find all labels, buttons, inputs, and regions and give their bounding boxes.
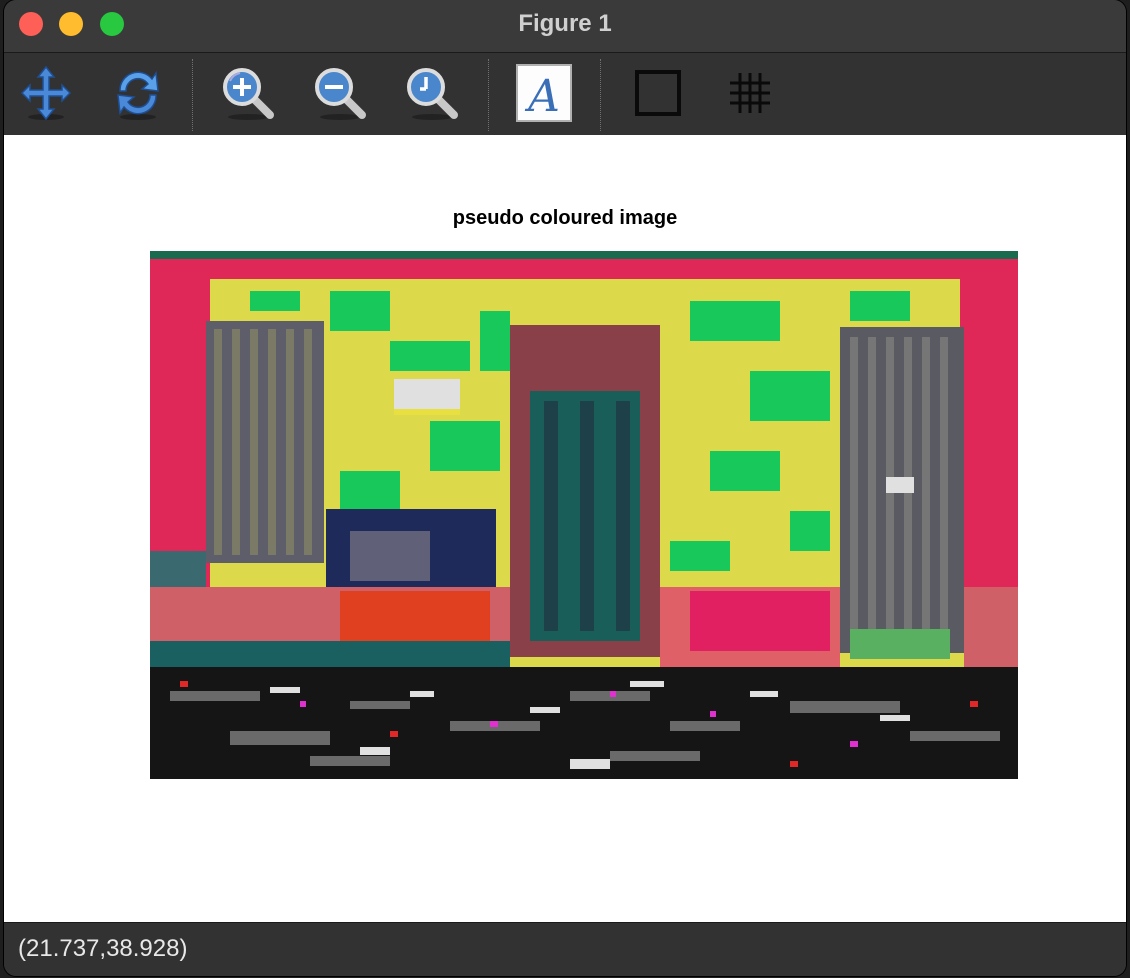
zoom-out-button[interactable]	[310, 61, 370, 125]
grid-button[interactable]	[720, 61, 780, 125]
refresh-button[interactable]	[108, 61, 168, 125]
toolbar-separator	[192, 59, 193, 131]
zoom-in-icon	[223, 68, 274, 120]
grid-icon	[730, 73, 770, 113]
frame-square-icon	[635, 70, 681, 116]
zoom-in-button[interactable]	[218, 61, 278, 125]
text-button[interactable]: A	[514, 61, 574, 125]
zoom-out-icon	[315, 68, 366, 120]
pseudo-coloured-image[interactable]	[150, 251, 1018, 779]
figure-canvas[interactable]: pseudo coloured image	[4, 135, 1126, 922]
frame-button[interactable]	[628, 61, 688, 125]
cursor-coordinates: (21.737,38.928)	[18, 935, 188, 962]
zoom-reset-icon	[407, 68, 458, 120]
toolbar-separator	[488, 59, 489, 131]
title-bar: Figure 1	[4, 0, 1126, 53]
text-a-icon: A	[516, 64, 572, 122]
image-raster	[150, 251, 1018, 779]
window-title: Figure 1	[518, 10, 612, 37]
toolbar-separator	[600, 59, 601, 131]
move-arrows-icon	[20, 65, 72, 121]
toolbar: A	[4, 53, 1126, 135]
status-bar: (21.737,38.928)	[4, 922, 1126, 976]
figure-window: Figure 1 A pseudo coloured image (21.737…	[4, 0, 1126, 976]
refresh-icon	[117, 70, 159, 120]
pan-button[interactable]	[16, 61, 76, 125]
figure-title: pseudo coloured image	[452, 207, 678, 229]
svg-text:A: A	[524, 71, 560, 122]
zoom-reset-button[interactable]	[402, 61, 462, 125]
